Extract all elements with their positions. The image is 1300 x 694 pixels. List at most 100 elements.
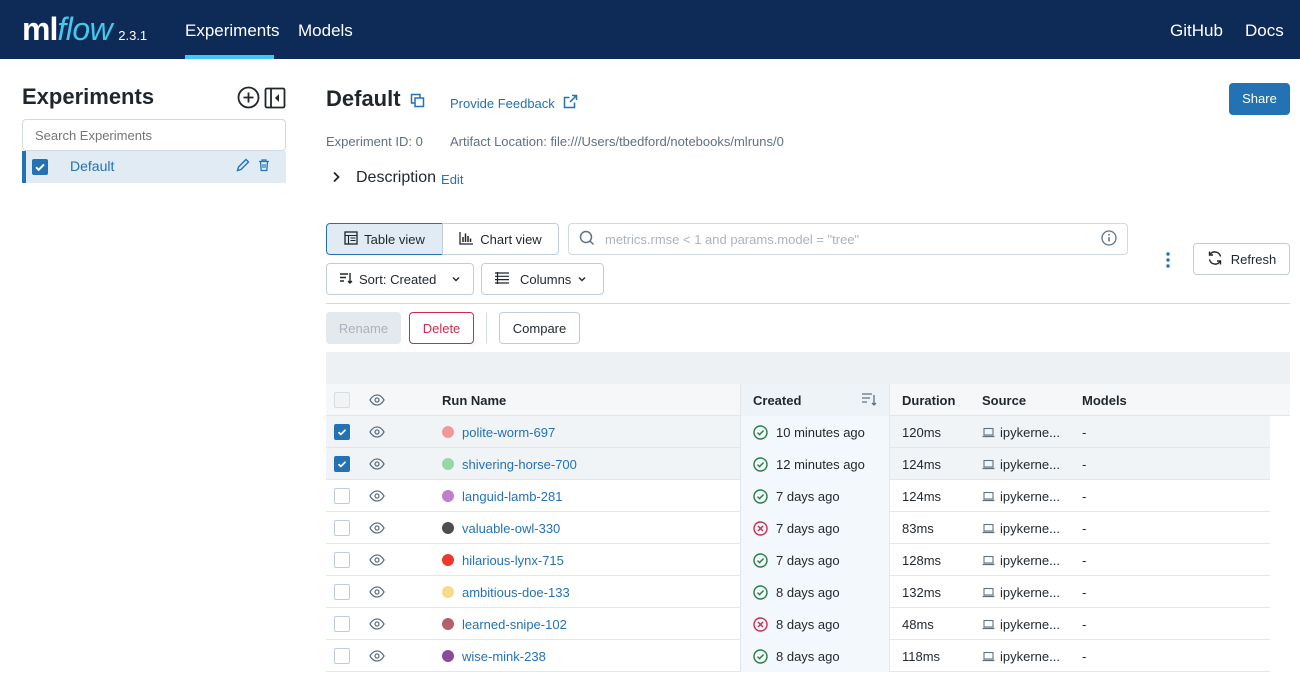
run-name-link[interactable]: hilarious-lynx-715	[462, 553, 564, 568]
source-cell[interactable]: ipykerne...	[982, 448, 1072, 480]
row-checkbox[interactable]	[334, 640, 350, 672]
table-row[interactable]: ambitious-doe-133 8 days ago 132ms ipykerne…	[326, 576, 1270, 608]
source-cell[interactable]: ipykerne...	[982, 544, 1072, 576]
source-cell[interactable]: ipykerne...	[982, 480, 1072, 512]
eye-icon[interactable]	[369, 640, 385, 672]
run-name-link[interactable]: ambitious-doe-133	[462, 585, 570, 600]
eye-icon[interactable]	[369, 384, 385, 416]
docs-link[interactable]: Docs	[1245, 0, 1284, 59]
add-experiment-icon[interactable]	[237, 86, 260, 109]
table-row[interactable]: shivering-horse-700 12 minutes ago 124ms ip…	[326, 448, 1270, 480]
run-color-dot[interactable]	[442, 618, 454, 630]
success-check-icon	[753, 584, 768, 600]
row-checkbox[interactable]	[334, 576, 350, 608]
run-color-dot[interactable]	[442, 426, 454, 438]
chevron-right-icon[interactable]	[330, 171, 342, 186]
description-section: Description Edit	[330, 169, 463, 187]
run-name-link[interactable]: learned-snipe-102	[462, 617, 567, 632]
table-row[interactable]: languid-lamb-281 7 days ago 124ms ipykerne.…	[326, 480, 1270, 512]
chart-view-label: Chart view	[480, 231, 542, 247]
source-cell[interactable]: ipykerne...	[982, 608, 1072, 640]
run-name-link[interactable]: languid-lamb-281	[462, 489, 562, 504]
run-name-link[interactable]: polite-worm-697	[462, 425, 555, 440]
edit-icon[interactable]	[235, 157, 251, 176]
nav-tab-models[interactable]: Models	[298, 0, 353, 59]
run-name-link[interactable]: valuable-owl-330	[462, 521, 560, 536]
compare-button[interactable]: Compare	[499, 312, 580, 344]
run-color-dot[interactable]	[442, 458, 454, 470]
eye-icon[interactable]	[369, 608, 385, 640]
trash-icon[interactable]	[257, 158, 271, 175]
eye-icon[interactable]	[369, 448, 385, 480]
sort-descending-icon[interactable]	[861, 392, 877, 409]
row-checkbox[interactable]	[334, 448, 350, 480]
row-checkbox[interactable]	[334, 480, 350, 512]
source-cell[interactable]: ipykerne...	[982, 512, 1072, 544]
info-icon[interactable]	[1101, 229, 1117, 249]
column-header-duration[interactable]: Duration	[902, 384, 972, 416]
column-header-run-name[interactable]: Run Name	[442, 384, 732, 416]
run-color-dot[interactable]	[442, 650, 454, 662]
share-button[interactable]: Share	[1229, 83, 1290, 115]
chart-view-toggle[interactable]: Chart view	[442, 223, 559, 255]
run-search-input[interactable]: metrics.rmse < 1 and params.model = "tre…	[568, 223, 1128, 255]
rename-button[interactable]: Rename	[326, 312, 401, 344]
table-row[interactable]: wise-mink-238 8 days ago 118ms ipykerne... -	[326, 640, 1270, 672]
run-color-dot[interactable]	[442, 490, 454, 502]
collapse-sidebar-icon[interactable]	[263, 86, 286, 109]
column-header-created[interactable]: Created	[740, 384, 890, 416]
created-cell: 7 days ago	[740, 512, 890, 544]
chevron-down-icon	[451, 272, 461, 287]
eye-icon[interactable]	[369, 576, 385, 608]
models-cell: -	[1082, 616, 1087, 632]
table-row[interactable]: learned-snipe-102 8 days ago 48ms ipykerne.…	[326, 608, 1270, 640]
source-cell[interactable]: ipykerne...	[982, 640, 1072, 672]
run-name-link[interactable]: wise-mink-238	[462, 649, 546, 664]
eye-icon[interactable]	[369, 480, 385, 512]
row-checkbox[interactable]	[334, 512, 350, 544]
models-cell: -	[1082, 552, 1087, 568]
run-color-dot[interactable]	[442, 586, 454, 598]
eye-icon[interactable]	[369, 544, 385, 576]
provide-feedback-link[interactable]: Provide Feedback	[450, 94, 578, 112]
columns-dropdown[interactable]: Columns	[481, 263, 604, 295]
search-experiments-input[interactable]	[22, 119, 286, 151]
github-link[interactable]: GitHub	[1170, 0, 1223, 59]
delete-button[interactable]: Delete	[409, 312, 474, 344]
nav-tab-experiments[interactable]: Experiments	[185, 0, 279, 59]
row-checkbox[interactable]	[334, 416, 350, 448]
row-checkbox[interactable]	[334, 544, 350, 576]
table-row[interactable]: hilarious-lynx-715 7 days ago 128ms ipykern…	[326, 544, 1270, 576]
more-options-icon[interactable]	[1161, 251, 1175, 272]
success-check-icon	[753, 488, 768, 504]
mlflow-logo[interactable]: ml flow 2.3.1	[22, 6, 147, 52]
column-header-created-label: Created	[753, 392, 802, 408]
sort-dropdown[interactable]: Sort: Created	[326, 263, 474, 295]
run-color-dot[interactable]	[442, 554, 454, 566]
table-row[interactable]: valuable-owl-330 7 days ago 83ms ipykerne..…	[326, 512, 1270, 544]
source-value: ipykerne...	[1000, 456, 1060, 472]
eye-icon[interactable]	[369, 512, 385, 544]
run-name-link[interactable]: shivering-horse-700	[462, 457, 577, 472]
column-header-models[interactable]: Models	[1082, 384, 1182, 416]
copy-icon[interactable]	[410, 93, 425, 111]
laptop-icon	[982, 587, 995, 598]
table-view-toggle[interactable]: Table view	[326, 223, 443, 255]
duration-cell: 132ms	[902, 584, 942, 600]
edit-description-link[interactable]: Edit	[441, 172, 463, 187]
row-checkbox[interactable]	[334, 608, 350, 640]
eye-icon[interactable]	[369, 416, 385, 448]
success-check-icon	[753, 424, 768, 440]
sidebar-item-checkbox[interactable]	[32, 159, 48, 175]
run-name-cell: languid-lamb-281	[442, 480, 732, 512]
column-header-source[interactable]: Source	[982, 384, 1072, 416]
select-all-checkbox[interactable]	[334, 384, 350, 416]
duration-cell: 83ms	[902, 520, 934, 536]
source-cell[interactable]: ipykerne...	[982, 416, 1072, 448]
table-row[interactable]: polite-worm-697 10 minutes ago 120ms ipyker…	[326, 416, 1270, 448]
run-color-dot[interactable]	[442, 522, 454, 534]
sidebar-item-default[interactable]: Default	[22, 151, 286, 183]
source-cell[interactable]: ipykerne...	[982, 576, 1072, 608]
duration-cell: 120ms	[902, 424, 942, 440]
refresh-button[interactable]: Refresh	[1193, 243, 1290, 275]
